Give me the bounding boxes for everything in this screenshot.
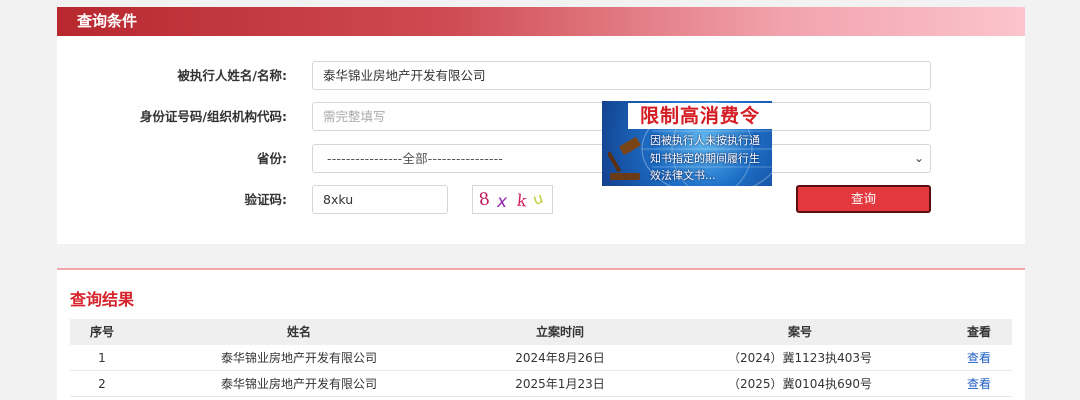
row-name: 泰华锦业房地产开发有限公司 [220,377,377,391]
row-index: 2 [98,377,106,391]
column-header-view: 查看 [966,325,991,339]
svg-text:x: x [496,192,508,212]
name-row: 被执行人姓名/名称: 泰华锦业房地产开发有限公司 [57,61,1025,91]
column-header-case-no: 案号 [787,325,812,339]
table-row: 1 泰华锦业房地产开发有限公司 2024年8月26日 （2024）冀1123执4… [70,345,1012,371]
banner-title: 限制高消费令 [628,103,772,129]
name-label: 被执行人姓名/名称: [177,68,287,83]
query-button[interactable]: 查询 [796,185,931,213]
row-name: 泰华锦业房地产开发有限公司 [220,351,377,365]
name-input[interactable]: 泰华锦业房地产开发有限公司 [312,61,931,90]
table-row: 2 泰华锦业房地产开发有限公司 2025年1月23日 （2025）冀0104执6… [70,371,1012,397]
captcha-image[interactable]: 8 x k u [472,185,553,214]
row-view-link[interactable]: 查看 [940,345,1018,371]
row-index: 1 [98,351,106,365]
banner-line-3: 效法律文书... [650,169,716,182]
captcha-label: 验证码: [244,192,288,207]
results-title: 查询结果 [70,290,135,309]
captcha-row: 验证码: 8xku 8 x k u 查询 [57,185,1025,215]
table-header: 序号 姓名 立案时间 案号 查看 [70,319,1012,345]
results-panel: 查询结果 序号 姓名 立案时间 案号 查看 1 泰华锦业房地产开发有限公司 20… [57,268,1025,400]
row-view-link[interactable]: 查看 [940,371,1018,397]
svg-text:8: 8 [478,189,492,210]
province-row: 省份: ----------------全部---------------- ⌄ [57,144,1025,174]
banner-line-1: 因被执行人未按执行通 [650,134,760,147]
svg-text:k: k [516,191,528,211]
chevron-down-icon: ⌄ [913,151,924,165]
results-table: 序号 姓名 立案时间 案号 查看 1 泰华锦业房地产开发有限公司 2024年8月… [70,319,1012,397]
svg-text:u: u [531,189,546,209]
captcha-input[interactable]: 8xku [312,185,448,214]
row-case-no: （2025）冀0104执690号 [728,377,872,391]
gavel-icon [606,133,648,181]
column-header-date: 立案时间 [535,325,584,339]
row-case-no: （2024）冀1123执403号 [728,351,872,365]
province-label: 省份: [257,151,287,166]
banner-line-2: 知书指定的期间履行生 [650,152,760,165]
query-panel-title: 查询条件 [57,7,1025,36]
id-row: 身份证号码/组织机构代码: 需完整填写 [57,102,1025,132]
captcha-image-graphic: 8 x k u [478,189,546,212]
column-header-index: 序号 [89,325,114,339]
id-label: 身份证号码/组织机构代码: [139,109,287,124]
query-panel: 查询条件 被执行人姓名/名称: 泰华锦业房地产开发有限公司 身份证号码/组织机构… [57,7,1025,244]
row-date: 2025年1月23日 [515,377,605,391]
province-selected-value: ----------------全部---------------- [327,151,504,166]
restriction-order-banner[interactable]: 限制高消费令 因被执行人未按执行通 知书指定的期间履行生 效法律文书... [602,101,772,186]
row-date: 2024年8月26日 [515,351,605,365]
column-header-name: 姓名 [286,325,311,339]
